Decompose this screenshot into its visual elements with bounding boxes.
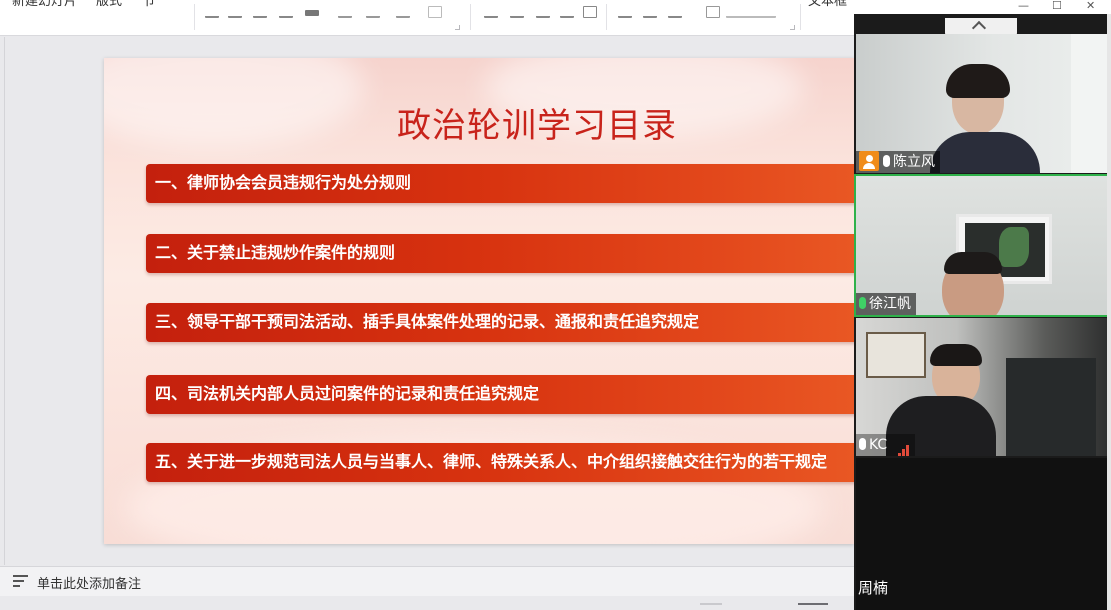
minimize-button[interactable]: — [1018,0,1029,12]
window-controls: — ☐ ✕ [854,0,1111,14]
microphone-muted-icon [859,438,866,450]
paragraph-group-launcher-icon[interactable] [790,25,795,30]
superscript-icon[interactable] [338,6,352,18]
italic-icon[interactable] [228,6,242,18]
slide-panel-edge [4,37,5,565]
toc-item[interactable]: 三、领导干部干预司法活动、插手具体案件处理的记录、通报和责任追究规定 [146,303,854,342]
participant-hair [944,252,1002,274]
underline-icon[interactable] [253,6,267,18]
panel-scroll-edge [1107,14,1111,610]
status-indicator [798,603,828,605]
section-button[interactable]: 节 [142,0,155,10]
bold-icon[interactable] [205,6,219,18]
toc-item-label: 四、司法机关内部人员过问案件的记录和责任追究规定 [155,384,540,403]
notes-icon [13,575,28,587]
toc-item-label: 二、关于禁止违规炒作案件的规则 [155,243,396,262]
strikethrough-icon[interactable] [279,6,293,18]
subscript-icon[interactable] [366,6,380,18]
layout-button[interactable]: 版式 [96,0,122,10]
toc-item-label: 五、关于进一步规范司法人员与当事人、律师、特殊关系人、中介组织接触交往行为的若干… [155,452,828,471]
participant-name: KC [869,437,888,453]
ribbon-toolbar: 新建幻灯片 版式 节 文本框 [0,0,854,36]
text-direction-icon[interactable] [706,6,720,18]
bullets-icon[interactable] [643,6,657,18]
new-slide-button[interactable]: 新建幻灯片 [12,0,77,10]
host-icon [859,151,879,171]
toc-item-label: 一、律师协会会员违规行为处分规则 [155,173,412,192]
toc-item[interactable]: 二、关于禁止违规炒作案件的规则 [146,234,854,273]
text-align-menu[interactable] [726,6,776,18]
toolbar-divider [606,4,607,30]
shadow-icon[interactable] [305,10,319,16]
chevron-up-icon [971,20,987,36]
status-bar [0,596,854,610]
participant-name: 陈立风 [893,154,935,170]
video-tile[interactable]: KC [856,318,1107,456]
participant-name: 周楠 [858,579,889,597]
video-tile-active-speaker[interactable]: 徐江帆 [854,174,1109,317]
toolbar-divider [800,4,801,30]
slide-title[interactable]: 政治轮训学习目录 [104,98,854,147]
toc-item-label: 三、领导干部干预司法活动、插手具体案件处理的记录、通报和责任追究规定 [155,312,700,331]
toc-item[interactable]: 五、关于进一步规范司法人员与当事人、律师、特殊关系人、中介组织接触交往行为的若干… [146,443,854,482]
toc-item[interactable]: 四、司法机关内部人员过问案件的记录和责任追究规定 [146,375,854,414]
window-blinds [1006,358,1096,456]
close-button[interactable]: ✕ [1086,0,1095,12]
participant-hair [930,344,982,366]
wall-painting [866,332,926,378]
video-tile-camera-off[interactable]: 周楠 [856,458,1107,610]
align-left-icon[interactable] [484,6,498,18]
participant-name: 徐江帆 [869,296,911,312]
distribute-icon[interactable] [583,6,597,18]
microphone-icon [883,155,890,167]
textbox-button[interactable]: 文本框 [808,0,847,10]
video-tile[interactable]: 陈立风 [856,34,1107,173]
align-right-icon[interactable] [536,6,550,18]
network-signal-icon [897,435,910,456]
align-center-icon[interactable] [510,6,524,18]
participant-name-tag: 徐江帆 [856,293,916,315]
notes-placeholder[interactable]: 单击此处添加备注 [37,573,141,592]
participant-name-tag: 陈立风 [856,151,940,173]
video-call-panel: — ☐ ✕ 陈立风 徐江帆 KC 周楠 [854,0,1111,610]
toc-item[interactable]: 一、律师协会会员违规行为处分规则 [146,164,854,203]
microphone-active-icon [859,297,866,309]
map-image [999,227,1029,267]
numbering-icon[interactable] [668,6,682,18]
maximize-button[interactable]: ☐ [1052,0,1062,12]
participant-name-tag: KC [856,434,915,456]
toolbar-divider [194,4,195,30]
font-group-launcher-icon[interactable] [455,25,460,30]
screen: 新建幻灯片 版式 节 文本框 政治轮训学习目录 一、律师协会会员违规行为处分规则… [0,0,1111,610]
justify-icon[interactable] [560,6,574,18]
participant-hair [946,64,1010,98]
slide[interactable]: 政治轮训学习目录 一、律师协会会员违规行为处分规则 二、关于禁止违规炒作案件的规… [104,58,854,544]
line-spacing-icon[interactable] [618,6,632,18]
font-color-icon[interactable] [396,6,410,18]
status-indicator [700,603,722,605]
toolbar-divider [470,4,471,30]
highlight-icon[interactable] [428,6,442,18]
window-frame [1071,34,1107,173]
notes-pane[interactable]: 单击此处添加备注 [0,566,854,596]
